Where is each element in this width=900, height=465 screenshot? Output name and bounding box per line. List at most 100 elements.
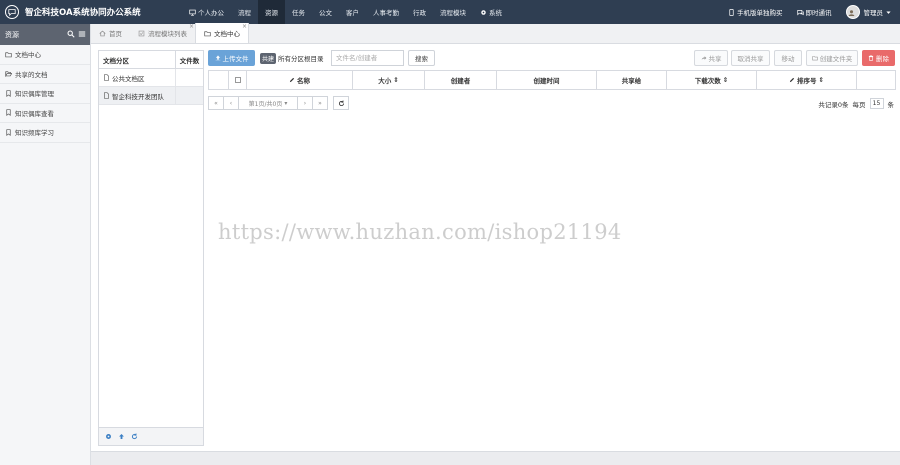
close-icon[interactable]: ×	[242, 23, 247, 30]
nav-item-hr[interactable]: 人事考勤	[366, 0, 406, 24]
prev-page-button[interactable]: ‹	[223, 96, 239, 110]
shared-to-column-header[interactable]: 共享给	[597, 71, 667, 89]
home-icon	[99, 30, 106, 36]
sidebar-item-label: 知识频库学习	[15, 129, 54, 138]
avatar	[845, 5, 860, 19]
mobile-link[interactable]: 手机版单独购买	[728, 7, 783, 17]
footer-band	[91, 451, 900, 465]
refresh-icon[interactable]	[131, 433, 138, 440]
tab-home[interactable]: 首页	[91, 23, 130, 43]
nav-item-label: 资源	[265, 9, 278, 17]
nav-item-system[interactable]: 系统	[473, 0, 509, 24]
monitor-icon	[189, 9, 196, 16]
nav-item-label: 行政	[413, 9, 426, 17]
extra-column	[857, 71, 895, 89]
page-select[interactable]: 第1页/共0页 ▾	[238, 96, 298, 110]
nav-item-customers[interactable]: 客户	[339, 0, 366, 24]
tab-doc-center[interactable]: 文档中心 ×	[195, 23, 249, 43]
doc-partition-row[interactable]: 智企科技开发团队	[99, 86, 203, 105]
create-folder-button[interactable]: 创建文件夹	[806, 50, 858, 66]
page-size-select[interactable]: 15	[869, 98, 884, 109]
nav-item-workflow-module[interactable]: 流程模块	[433, 0, 473, 24]
nav-item-resources[interactable]: 资源	[258, 0, 285, 24]
next-page-button[interactable]: ›	[297, 96, 313, 110]
unshare-button[interactable]: 取消共享	[731, 50, 770, 66]
sidebar-item-shared-docs[interactable]: 共享的文档	[0, 65, 90, 84]
per-page-label: 每页	[852, 100, 866, 109]
upload-icon	[215, 55, 220, 61]
upload-button[interactable]: 上传文件	[208, 50, 255, 66]
sidebar-item-doc-center[interactable]: 文档中心	[0, 45, 90, 65]
app-title: 智企科技OA系统协同办公系统	[25, 8, 141, 18]
top-right-tools: 手机版单独购买 即时通讯 管理员	[714, 0, 892, 24]
select-all-checkbox[interactable]	[229, 71, 247, 89]
trash-icon	[868, 55, 874, 61]
arrow-up-icon[interactable]	[118, 433, 125, 440]
file-icon	[104, 92, 109, 99]
sidebar-item-kb-view[interactable]: 知识偶库查看	[0, 104, 90, 123]
search-icon[interactable]	[67, 30, 75, 38]
first-page-button[interactable]: «	[208, 96, 224, 110]
size-column-header[interactable]: 大小 ⇕	[353, 71, 425, 89]
search-input[interactable]	[331, 50, 404, 66]
settings-icon[interactable]	[105, 433, 112, 440]
search-button[interactable]: 搜索	[408, 50, 435, 66]
gear-icon	[481, 9, 486, 15]
last-page-button[interactable]: »	[312, 96, 328, 110]
pencil-icon	[289, 77, 295, 83]
folder-icon	[812, 56, 818, 61]
all-folders-label[interactable]: 所有分区根目录	[278, 50, 324, 66]
close-icon[interactable]: ×	[189, 23, 194, 30]
sort-icon: ⇕	[393, 76, 399, 84]
comments-icon	[796, 9, 804, 15]
sort-icon: ⇕	[818, 76, 824, 84]
nav-item-workflow[interactable]: 流程	[231, 0, 258, 24]
user-menu[interactable]: 管理员	[845, 5, 893, 19]
total-records-label: 共记录0条	[818, 100, 849, 109]
caret-down-icon: ▾	[284, 99, 288, 107]
partition-column-header: 文档分区	[99, 50, 176, 69]
upload-label: 上传文件	[222, 55, 249, 63]
file-icon	[104, 74, 109, 81]
sidebar-item-kb-manage[interactable]: 知识偶库管理	[0, 84, 90, 104]
download-count-column-header[interactable]: 下载次数 ⇕	[667, 71, 757, 89]
creator-column-header[interactable]: 创建者	[425, 71, 497, 89]
sidebar-item-kb-learn[interactable]: 知识频库学习	[0, 123, 90, 143]
tab-workflow-list[interactable]: 流程模块列表 ×	[130, 23, 195, 43]
nav-item-personal[interactable]: 个人办公	[182, 0, 231, 24]
delete-label: 删除	[876, 55, 889, 63]
created-time-column-header[interactable]: 创建时间	[497, 71, 597, 89]
nav-item-admin[interactable]: 行政	[406, 0, 433, 24]
delete-button[interactable]: 删除	[862, 50, 895, 66]
mobile-label: 手机版单独购买	[737, 9, 783, 17]
per-page-unit: 条	[887, 100, 895, 109]
tab-strip: 首页 流程模块列表 × 文档中心 ×	[91, 23, 900, 44]
brand[interactable]: 智企科技OA系统协同办公系统	[0, 5, 182, 19]
count-column-header: 文件数	[179, 56, 200, 65]
name-column-header[interactable]: 名称	[247, 71, 353, 89]
bookmark-icon	[6, 129, 11, 136]
nav-item-label: 人事考勤	[373, 9, 399, 17]
user-name: 管理员	[863, 9, 884, 17]
check-square-icon	[138, 30, 145, 36]
nav-item-documents[interactable]: 公文	[312, 0, 339, 24]
im-link[interactable]: 即时通讯	[796, 7, 832, 17]
nav-item-label: 个人办公	[198, 9, 224, 17]
menu-icon[interactable]	[78, 30, 86, 38]
doc-partition-row[interactable]: 公共文档区	[99, 68, 203, 87]
sort-order-column-header[interactable]: 排序号 ⇕	[757, 71, 857, 89]
doc-partition-header: 文档分区 文件数	[99, 50, 203, 69]
move-button[interactable]: 移动	[774, 50, 802, 66]
sidebar-header: 资源	[0, 24, 90, 45]
tab-label: 首页	[109, 30, 122, 38]
bookmark-icon	[6, 90, 11, 97]
pager-info: 共记录0条 每页 15 条	[818, 98, 894, 109]
row-number-column	[209, 71, 229, 89]
chat-bubble-icon	[5, 5, 19, 19]
share-button[interactable]: 共享	[694, 50, 728, 66]
sidebar-item-label: 知识偶库管理	[15, 90, 54, 99]
nav-item-tasks[interactable]: 任务	[285, 0, 312, 24]
sidebar: 资源 文档中心 共享的文档 知识偶库管理 知识偶库查看 知识频库学习	[0, 24, 91, 465]
refresh-button[interactable]	[333, 96, 349, 110]
page-select-label: 第1页/共0页	[248, 100, 283, 108]
